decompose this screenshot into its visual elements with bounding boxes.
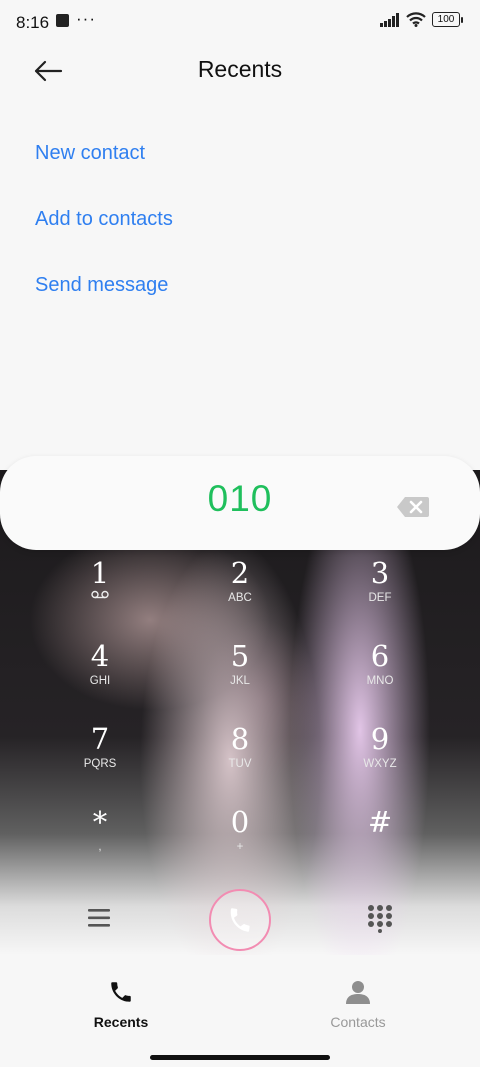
key-letters: , [98,841,102,853]
key-3[interactable]: 3 DEF [320,556,440,626]
add-to-contacts-link[interactable]: Add to contacts [35,204,173,270]
key-letters: WXYZ [363,758,397,770]
voicemail-icon [91,590,109,599]
notification-icon [56,14,69,27]
bottom-nav: Recents Contacts [0,955,480,1067]
person-icon [346,981,370,1004]
key-digit: 6 [370,639,390,673]
key-1[interactable]: 1 [40,556,160,626]
contact-actions: New contact Add to contacts Send message [35,138,173,336]
phone-icon [111,982,131,1002]
key-digit: 3 [370,556,390,590]
tab-contacts[interactable]: Contacts [298,979,418,1030]
key-9[interactable]: 9 WXYZ [320,722,440,792]
tab-recents[interactable]: Recents [61,979,181,1030]
header: Recents [0,48,480,94]
key-letters: MNO [366,675,394,687]
status-time: 8:16 [16,13,50,32]
menu-button[interactable] [86,904,114,932]
key-letters: GHI [89,675,111,687]
tab-recents-label: Recents [93,1014,149,1030]
key-0[interactable]: 0 + [180,805,300,875]
wifi-icon [406,12,426,27]
send-message-link[interactable]: Send message [35,270,173,336]
backspace-icon [397,497,429,517]
status-icons: 100 [380,12,463,27]
key-digit: 1 [90,556,110,590]
key-letters: JKL [230,675,250,687]
key-digit: 7 [90,722,110,756]
key-5[interactable]: 5 JKL [180,639,300,709]
new-contact-link[interactable]: New contact [35,138,173,204]
key-digit: * [92,805,108,839]
key-letters: TUV [228,758,252,770]
key-6[interactable]: 6 MNO [320,639,440,709]
menu-icon [88,909,110,927]
call-button[interactable] [209,889,271,951]
key-digit: 5 [230,639,250,673]
battery-icon: 100 [432,12,463,27]
key-hash[interactable]: # [320,805,440,875]
key-letters: ABC [228,592,252,604]
key-digit: 9 [370,722,390,756]
key-2[interactable]: 2 ABC [180,556,300,626]
key-letters: DEF [368,592,392,604]
key-digit: 4 [90,639,110,673]
key-star[interactable]: * , [40,805,160,875]
tab-contacts-label: Contacts [330,1014,386,1030]
dialpad-icon [368,905,392,933]
key-digit: 0 [230,805,250,839]
key-8[interactable]: 8 TUV [180,722,300,792]
page-title: Recents [197,56,283,82]
key-letters: PQRS [83,758,117,770]
key-letters: + [236,841,244,853]
key-4[interactable]: 4 GHI [40,639,160,709]
key-digit: # [367,805,393,839]
phone-icon [230,908,250,932]
key-digit: 8 [230,722,250,756]
signal-icon [380,12,399,27]
more-notifications-icon: ··· [76,9,96,28]
dialpad-toggle-button[interactable] [366,903,394,933]
home-indicator[interactable] [150,1055,330,1060]
key-7[interactable]: 7 PQRS [40,722,160,792]
number-display-card: 010 [0,456,480,550]
backspace-button[interactable] [396,496,432,518]
key-digit: 2 [230,556,250,590]
status-bar: 8:16 ··· 100 [0,0,480,42]
